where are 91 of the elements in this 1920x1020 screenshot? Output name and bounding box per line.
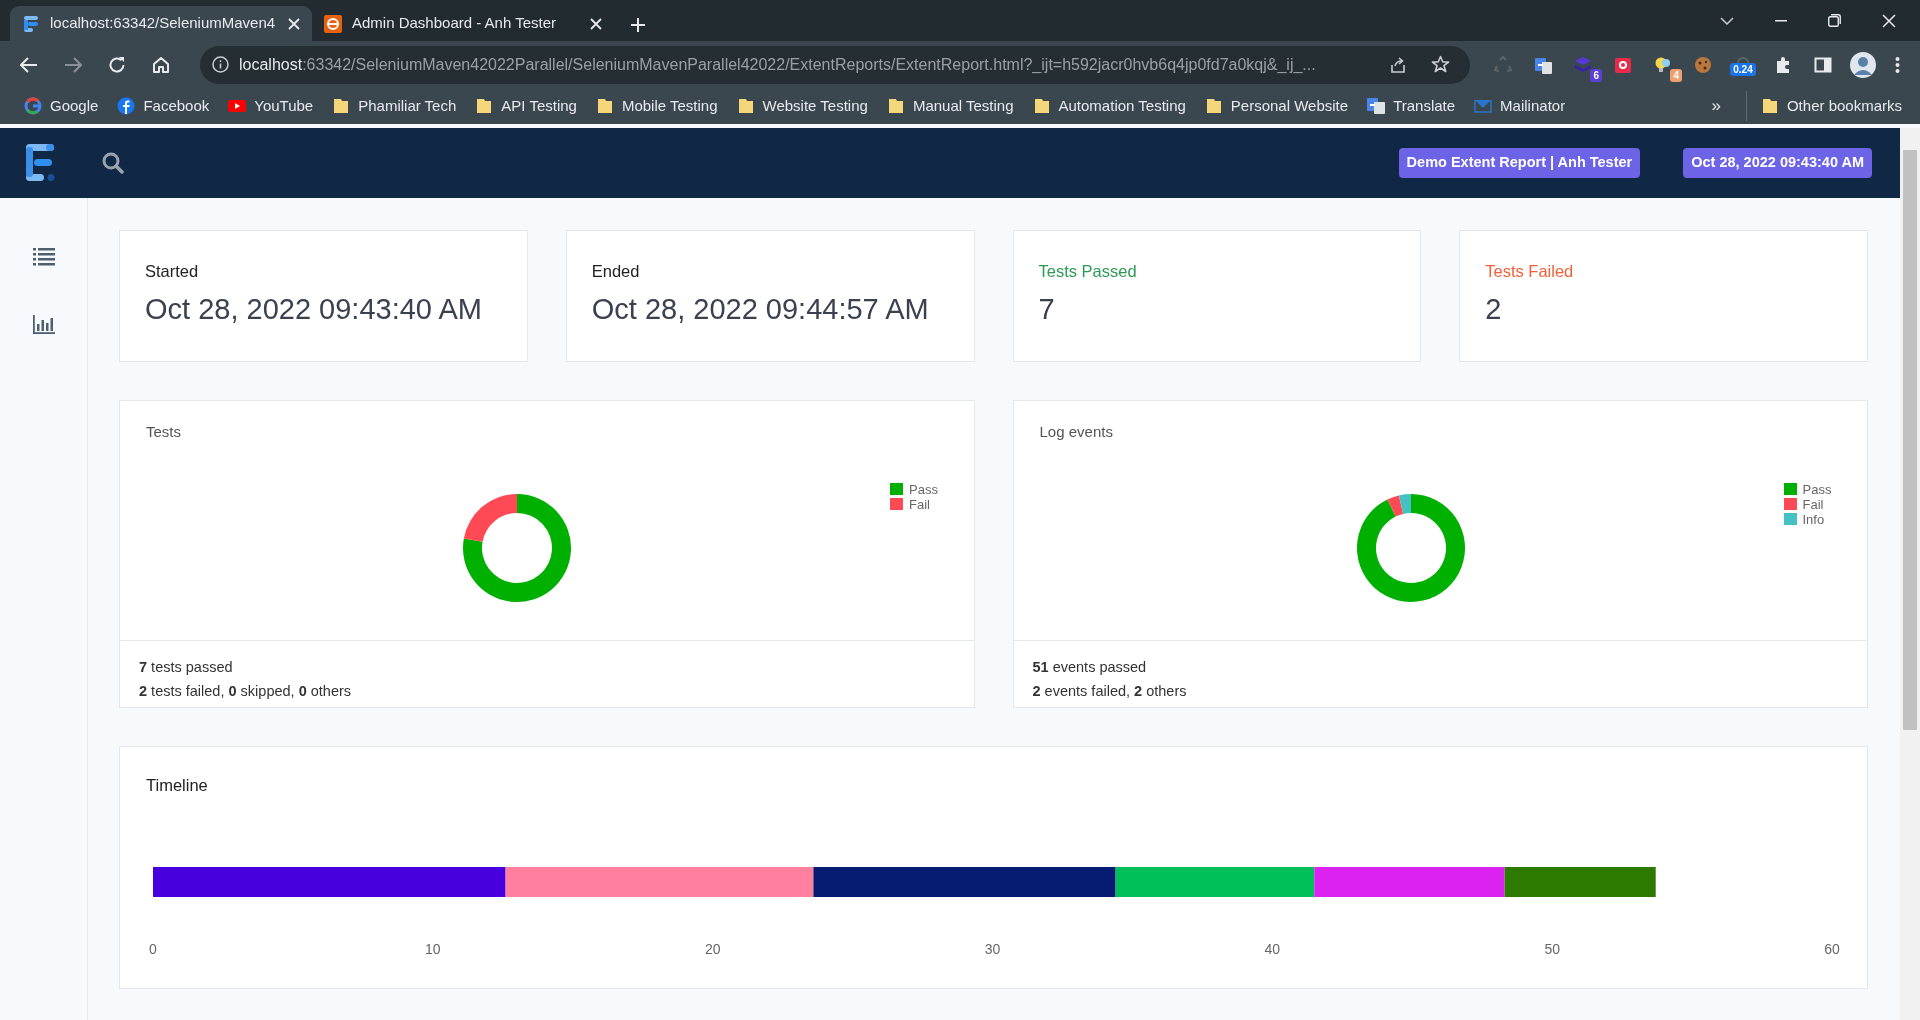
- side-panel-icon[interactable]: [1814, 55, 1832, 74]
- stat-label: Tests Failed: [1485, 261, 1575, 282]
- translate-icon[interactable]: [1534, 55, 1552, 74]
- search-icon[interactable]: [102, 152, 124, 174]
- legend-label: Pass: [1802, 481, 1832, 497]
- play-icon: [228, 97, 247, 115]
- bulb-icon[interactable]: [1654, 55, 1672, 74]
- bookmark[interactable]: YouTube: [220, 90, 322, 122]
- stat-value: Oct 28, 2022 09:43:40 AM: [145, 291, 483, 327]
- translate-icon: [1367, 97, 1386, 115]
- bookmark[interactable]: Google: [16, 90, 107, 122]
- stat-label: Ended: [591, 261, 641, 282]
- more-bookmarks-button[interactable]: »: [1703, 89, 1729, 123]
- summary-text: 51 events passed: [1032, 657, 1147, 677]
- url-text: localhost:63342/SeleniumMaven42022Parallel/SeleniumMavenParallel42022/ExtentReports/ExtentReport.html?_ijt=h592jacr0hvb6q4jp0fd7a0kqj&_ij_...: [239, 54, 1316, 75]
- bookmark[interactable]: API Testing: [467, 90, 585, 122]
- close-icon[interactable]: [288, 17, 300, 30]
- legend-label: Fail: [909, 496, 930, 512]
- menu-icon[interactable]: [1894, 55, 1900, 74]
- browser-tab[interactable]: Admin Dashboard - Anh Tester: [312, 6, 614, 41]
- scrollbar-thumb[interactable]: [1903, 150, 1917, 730]
- legend-label: Pass: [909, 481, 938, 497]
- axis-tick-label: 20: [704, 940, 721, 957]
- close-icon[interactable]: [590, 17, 602, 30]
- app-logo-icon: [324, 14, 342, 33]
- avatar-icon[interactable]: [1850, 51, 1876, 78]
- summary-text: 7 tests passed: [139, 657, 233, 677]
- restore-icon[interactable]: [1828, 14, 1841, 27]
- facebook-icon: [117, 97, 136, 115]
- summary-text: 2 events failed, 2 others: [1032, 681, 1187, 701]
- list-icon[interactable]: [32, 247, 55, 267]
- share-icon[interactable]: [1389, 55, 1407, 74]
- close-icon[interactable]: [1882, 13, 1896, 28]
- bookmark[interactable]: Personal Website: [1196, 90, 1357, 122]
- minimize-icon[interactable]: [1775, 19, 1787, 22]
- count-badge: 4: [1670, 68, 1682, 82]
- info-icon: [212, 56, 229, 73]
- report-logo-icon: [22, 14, 40, 33]
- axis-tick-label: 0: [149, 940, 157, 957]
- axis-tick-label: 10: [425, 940, 441, 957]
- mail-icon: [1474, 97, 1493, 115]
- chevron-down-icon[interactable]: [1720, 16, 1734, 25]
- scrollbar[interactable]: [1900, 128, 1920, 1020]
- bookmark[interactable]: Manual Testing: [878, 90, 1022, 122]
- folder-icon: [332, 97, 351, 115]
- browser-tab[interactable]: localhost:63342/SeleniumMaven4: [10, 6, 312, 41]
- stat-value: 2: [1485, 291, 1503, 327]
- new-tab-icon[interactable]: [630, 17, 646, 33]
- axis-tick-label: 40: [1264, 940, 1281, 957]
- chart-title: Timeline: [145, 775, 209, 796]
- folder-icon: [595, 97, 614, 115]
- stat-value: 7: [1038, 291, 1056, 327]
- address-bar[interactable]: localhost:63342/SeleniumMaven42022Parallel/SeleniumMavenParallel42022/ExtentReports/ExtentReport.html?_ijt=h592jacr0hvb6q4jp0fd7a0kqj&_ij_...: [200, 45, 1470, 84]
- bookmark[interactable]: Translate: [1359, 90, 1464, 122]
- folder-icon: [886, 97, 905, 115]
- bookmark[interactable]: Mailinator: [1466, 90, 1574, 122]
- folder-icon: [475, 97, 494, 115]
- stat-label: Tests Passed: [1038, 261, 1138, 282]
- star-icon[interactable]: [1431, 55, 1450, 74]
- count-badge: 6: [1590, 68, 1602, 82]
- bookmark[interactable]: Mobile Testing: [587, 90, 726, 122]
- bookmark[interactable]: Website Testing: [728, 90, 876, 122]
- chart-title: Log events: [1038, 422, 1114, 442]
- home-icon[interactable]: [152, 55, 170, 74]
- bookmark[interactable]: Other bookmarks: [1745, 90, 1910, 122]
- stat-label: Started: [145, 261, 200, 282]
- folder-icon: [1204, 97, 1223, 115]
- google-icon: [24, 97, 42, 115]
- bookmark[interactable]: Phamiliar Tech: [324, 90, 465, 122]
- forward-icon[interactable]: [64, 56, 82, 73]
- axis-tick-label: 50: [1544, 940, 1560, 957]
- puzzle-icon[interactable]: [1774, 55, 1792, 74]
- summary-text: 2 tests failed, 0 skipped, 0 others: [139, 681, 352, 701]
- header-badge: Oct 28, 2022 09:43:40 AM: [1683, 148, 1872, 178]
- folder-icon: [1760, 97, 1779, 115]
- folder-icon: [1032, 97, 1051, 115]
- legend-label: Fail: [1802, 496, 1824, 512]
- bar-chart-icon[interactable]: [32, 315, 55, 335]
- axis-tick-label: 60: [1824, 940, 1840, 957]
- bookmark[interactable]: Facebook: [109, 90, 218, 122]
- reload-icon[interactable]: [108, 55, 126, 74]
- cookie-icon[interactable]: [1694, 55, 1712, 74]
- count-badge: 0.24: [1730, 63, 1756, 76]
- chart-title: Tests: [145, 422, 182, 442]
- axis-tick-label: 30: [984, 940, 1001, 957]
- back-icon[interactable]: [20, 56, 38, 73]
- folder-icon: [736, 97, 755, 115]
- bookmark[interactable]: Automation Testing: [1024, 90, 1194, 122]
- legend-label: Info: [1802, 511, 1825, 527]
- stat-value: Oct 28, 2022 09:44:57 AM: [591, 291, 930, 327]
- header-badge: Demo Extent Report | Anh Tester: [1398, 148, 1641, 178]
